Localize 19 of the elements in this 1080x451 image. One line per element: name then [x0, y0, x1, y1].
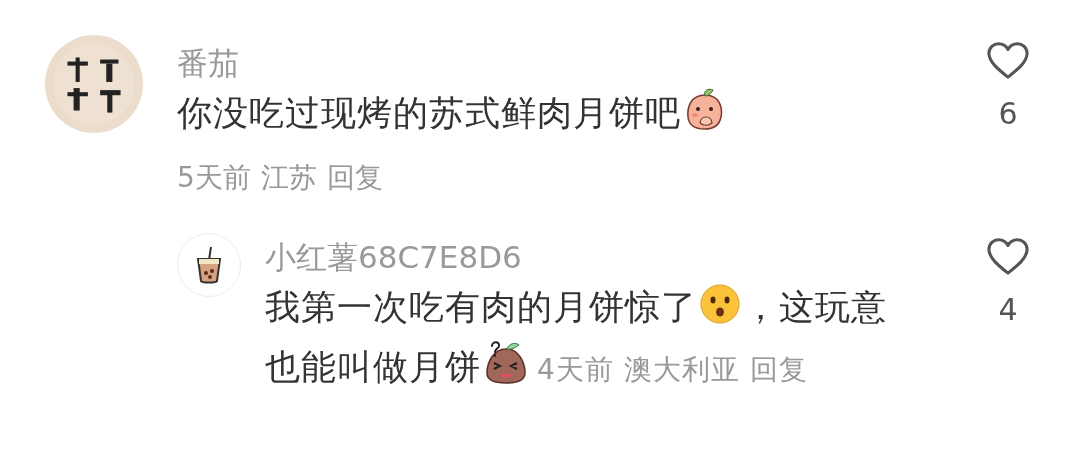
like-count: 4 — [998, 295, 1018, 325]
comment-text: 我第一次吃有肉的月饼惊了 — [265, 287, 697, 327]
potato-emoji-icon — [483, 339, 529, 385]
reply-link[interactable]: 回复 — [326, 157, 383, 199]
comment-text: 也能叫做月饼 — [265, 347, 481, 387]
comment-text: ，这玩意 — [743, 287, 887, 327]
comment-location: 澳大利亚 — [623, 353, 740, 386]
like-button[interactable] — [985, 39, 1031, 81]
comment-text: 你没吃过现烤的苏式鲜肉月饼吧 — [177, 93, 681, 133]
like-button[interactable] — [985, 235, 1031, 277]
like-count: 6 — [998, 99, 1018, 129]
author-name[interactable]: 番茄 — [177, 43, 963, 83]
reply-link[interactable]: 回复 — [749, 340, 808, 400]
bubble-tea-icon — [195, 246, 223, 284]
comment-time: 5天前 — [177, 160, 251, 196]
comment-location: 江苏 — [260, 160, 317, 196]
worried-face-icon — [699, 283, 741, 325]
comment-time: 4天前 — [537, 353, 614, 386]
author-name[interactable]: 小红薯68C7E8D6 — [265, 237, 920, 277]
